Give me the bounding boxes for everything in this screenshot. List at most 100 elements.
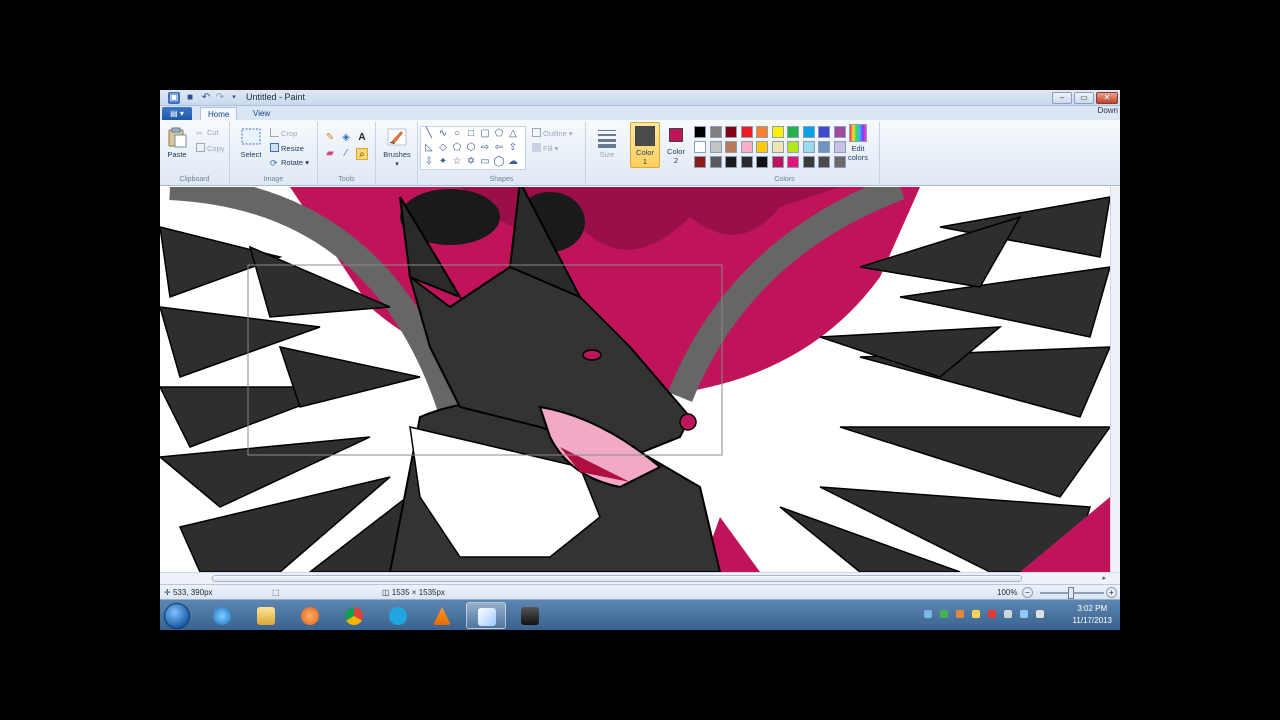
taskbar-explorer[interactable] [246,602,286,629]
hexagon-shape-icon[interactable]: ⬡ [465,142,477,154]
start-button[interactable] [164,603,190,629]
palette-swatch[interactable] [740,156,753,168]
palette-swatch[interactable] [787,126,799,138]
palette-swatch[interactable] [756,141,768,153]
tray-icon-4[interactable] [972,610,980,618]
curve-shape-icon[interactable]: ∿ [437,128,449,140]
taskbar-paint[interactable] [466,602,506,629]
palette-swatch[interactable] [740,141,753,153]
volume-icon[interactable] [1036,610,1044,618]
palette-swatch[interactable] [725,141,737,153]
line-shape-icon[interactable]: ╲ [423,128,435,140]
taskbar-media-player[interactable] [290,602,330,629]
fill-button[interactable]: Fill ▾ [532,143,558,153]
fill-bucket-icon[interactable]: ◈ [340,132,352,144]
network-icon[interactable] [1020,610,1028,618]
palette-swatch[interactable] [694,141,706,153]
palette-swatch[interactable] [818,156,830,168]
cloud-callout-shape-icon[interactable]: ☁ [507,156,519,168]
drawing-canvas[interactable] [160,187,1120,572]
tab-home[interactable]: Home [200,107,238,120]
taskbar-vlc[interactable] [422,602,462,629]
palette-swatch[interactable] [694,126,706,138]
palette-swatch[interactable] [802,141,815,153]
vertical-scrollbar[interactable] [1110,187,1120,572]
magnifier-icon[interactable]: ⌕ [356,148,368,160]
edit-colors-button[interactable]: Edit colors [840,124,876,162]
palette-swatch[interactable] [818,126,830,138]
taskbar-chrome[interactable] [334,602,374,629]
brushes-button[interactable]: Brushes ▾ [379,126,415,168]
palette-swatch[interactable] [771,126,784,138]
color2-button[interactable]: Color 2 [662,125,690,165]
resize-button[interactable]: Resize [270,143,304,153]
palette-swatch[interactable] [771,156,784,168]
down-arrow-shape-icon[interactable]: ⇩ [423,156,435,168]
minimize-button[interactable]: – [1052,92,1072,104]
diamond-shape-icon[interactable]: ◇ [437,142,449,154]
paint-menu-button[interactable]: ▤ ▾ [162,107,192,120]
right-triangle-shape-icon[interactable]: ◺ [423,142,435,154]
tray-icon-5[interactable] [988,610,996,618]
palette-swatch[interactable] [818,141,830,153]
undo-icon[interactable]: ↶ [200,92,212,104]
palette-swatch[interactable] [756,126,768,138]
tray-icon-6[interactable] [1004,610,1012,618]
palette-swatch[interactable] [709,156,722,168]
palette-swatch[interactable] [787,141,799,153]
taskbar-app[interactable] [510,602,550,629]
zoom-in-button[interactable]: + [1106,587,1117,598]
rounded-rectangle-shape-icon[interactable]: ▢ [479,128,491,140]
palette-swatch[interactable] [771,141,784,153]
zoom-out-button[interactable]: − [1022,587,1033,598]
tab-view[interactable]: View [246,107,277,120]
rounded-callout-shape-icon[interactable]: ▭ [479,156,491,168]
horizontal-scrollbar[interactable]: ▸ [160,572,1120,584]
horizontal-scroll-thumb[interactable] [212,575,1022,582]
palette-swatch[interactable] [694,156,706,168]
close-button[interactable]: ✕ [1096,92,1118,104]
polygon-shape-icon[interactable]: ⬠ [493,128,505,140]
zoom-slider-thumb[interactable] [1068,587,1074,599]
palette-swatch[interactable] [725,126,737,138]
select-button[interactable]: Select [238,126,264,159]
taskbar-ie[interactable] [202,602,242,629]
redo-icon[interactable]: ↷ [214,92,226,104]
five-point-star-shape-icon[interactable]: ☆ [451,156,463,168]
oval-shape-icon[interactable]: ○ [451,128,463,140]
palette-swatch[interactable] [740,126,753,138]
paste-button[interactable]: Paste [164,126,190,159]
cut-button[interactable]: ✂ Cut [196,128,219,138]
palette-swatch[interactable] [709,141,722,153]
copy-button[interactable]: Copy [196,143,225,153]
pentagon-shape-icon[interactable]: ⬠ [451,142,463,154]
palette-swatch[interactable] [787,156,799,168]
palette-swatch[interactable] [802,156,815,168]
oval-callout-shape-icon[interactable]: ◯ [493,156,505,168]
left-arrow-shape-icon[interactable]: ⇦ [493,142,505,154]
scroll-right-arrow-icon[interactable]: ▸ [1102,574,1106,582]
paint-app-icon[interactable]: ▣ [168,92,180,104]
right-arrow-shape-icon[interactable]: ⇨ [479,142,491,154]
palette-swatch[interactable] [725,156,737,168]
size-button[interactable]: Size [592,126,622,159]
clock[interactable]: 3:02 PM 11/17/2013 [1073,603,1112,627]
palette-swatch[interactable] [802,126,815,138]
text-tool-icon[interactable]: A [356,132,368,144]
tray-icon-2[interactable] [940,610,948,618]
palette-swatch[interactable] [709,126,722,138]
eraser-icon[interactable]: ▰ [324,148,336,160]
palette-swatch[interactable] [756,156,768,168]
triangle-shape-icon[interactable]: △ [507,128,519,140]
maximize-button[interactable]: ▭ [1074,92,1094,104]
up-arrow-shape-icon[interactable]: ⇧ [507,142,519,154]
taskbar-skype[interactable] [378,602,418,629]
rectangle-shape-icon[interactable]: □ [465,128,477,140]
crop-button[interactable]: Crop [270,128,297,138]
color-picker-icon[interactable]: ⁄ [340,148,352,160]
pencil-icon[interactable]: ✎ [324,132,336,144]
color1-button[interactable]: Color 1 [630,122,660,168]
quick-access-dropdown-icon[interactable]: ▾ [228,92,240,104]
tray-icon-1[interactable] [924,610,932,618]
outline-button[interactable]: Outline ▾ [532,128,573,138]
